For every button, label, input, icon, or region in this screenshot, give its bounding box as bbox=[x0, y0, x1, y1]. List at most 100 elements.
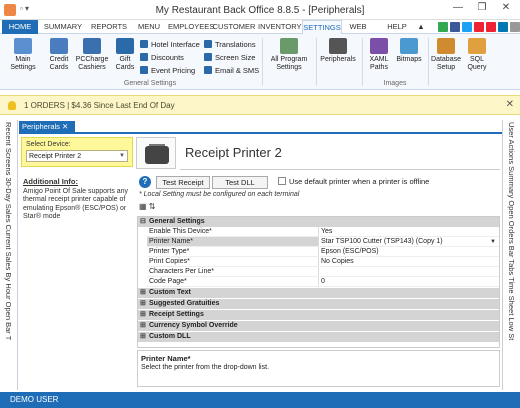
tab-employees[interactable]: EMPLOYEES bbox=[168, 20, 214, 34]
discounts-label: Discounts bbox=[151, 53, 184, 62]
tab-close-icon[interactable]: ✕ bbox=[62, 122, 68, 131]
category-custom-text[interactable]: ⊞ Custom Text bbox=[138, 288, 499, 298]
property-name: Print Copies* bbox=[147, 257, 319, 267]
property-value[interactable]: Epson (ESC/POS) bbox=[320, 247, 499, 257]
expand-icon[interactable]: ⊞ bbox=[140, 321, 146, 331]
property-row[interactable]: Characters Per Line* bbox=[138, 267, 499, 277]
property-row[interactable]: Enable This Device* Yes bbox=[138, 227, 499, 237]
social-icons bbox=[438, 22, 520, 32]
window-title: My Restaurant Back Office 8.8.5 - [Perip… bbox=[155, 5, 365, 16]
orders-alert: 1 ORDERS | $4.36 Since Last End Of Day ✕ bbox=[0, 95, 520, 115]
tab-summary[interactable]: SUMMARY bbox=[40, 20, 86, 34]
expand-icon[interactable]: ⊞ bbox=[140, 310, 146, 320]
alert-text[interactable]: 1 ORDERS | $4.36 Since Last End Of Day bbox=[24, 101, 175, 110]
tab-inventory[interactable]: INVENTORY bbox=[258, 20, 301, 34]
minimize-button[interactable]: — bbox=[450, 2, 466, 13]
gear-icon[interactable] bbox=[510, 22, 520, 32]
linkedin-icon[interactable] bbox=[498, 22, 508, 32]
property-value[interactable]: No Copies bbox=[320, 257, 499, 267]
database-setup-button[interactable]: Database Setup bbox=[430, 38, 462, 72]
status-bar: DEMO USER bbox=[0, 392, 520, 408]
collapse-ribbon-icon[interactable]: ▲ bbox=[416, 20, 426, 34]
tab-customer[interactable]: CUSTOMER bbox=[212, 20, 256, 34]
expand-icon[interactable]: ⊞ bbox=[140, 299, 146, 309]
categorized-icon[interactable]: ▦ bbox=[139, 202, 147, 211]
tab-home[interactable]: HOME bbox=[2, 20, 38, 34]
facebook-icon[interactable] bbox=[450, 22, 460, 32]
category-general-settings[interactable]: ⊟ General Settings bbox=[138, 217, 499, 227]
pccharge-icon bbox=[83, 38, 101, 54]
category-label: Suggested Gratuities bbox=[149, 300, 220, 307]
property-row[interactable]: Printer Name* Star TSP100 Cutter (TSP143)… bbox=[138, 237, 499, 247]
chevron-down-icon[interactable]: ▼ bbox=[490, 237, 496, 247]
expand-icon[interactable]: ⊞ bbox=[140, 288, 146, 298]
property-row[interactable]: Code Page* 0 bbox=[138, 277, 499, 287]
tab-reports[interactable]: REPORTS bbox=[88, 20, 130, 34]
property-value[interactable] bbox=[320, 267, 499, 277]
category-suggested-gratuities[interactable]: ⊞ Suggested Gratuities bbox=[138, 299, 499, 309]
image-icon bbox=[400, 38, 418, 54]
expand-icon[interactable]: ⊞ bbox=[140, 332, 146, 342]
twitter-icon[interactable] bbox=[462, 22, 472, 32]
property-value[interactable]: 0 bbox=[320, 277, 499, 287]
google-plus-icon[interactable] bbox=[486, 22, 496, 32]
restore-button[interactable]: ❐ bbox=[474, 2, 490, 13]
close-button[interactable]: ✕ bbox=[498, 2, 514, 13]
category-receipt-settings[interactable]: ⊞ Receipt Settings bbox=[138, 310, 499, 320]
pccharge-button[interactable]: PCCharge Cashiers bbox=[74, 38, 110, 72]
category-label: Currency Symbol Override bbox=[149, 322, 238, 329]
screen-size-button[interactable]: Screen Size bbox=[204, 53, 255, 63]
left-rail-tabs[interactable]: Recent Screens 30-Day Sales Current Sale… bbox=[1, 122, 15, 340]
tab-menu[interactable]: MENU bbox=[134, 20, 164, 34]
settings-icon bbox=[14, 38, 32, 54]
all-program-settings-button[interactable]: All Program Settings bbox=[266, 38, 312, 72]
bitmaps-button[interactable]: Bitmaps bbox=[394, 38, 424, 64]
property-grid: ⊟ General Settings Enable This Device* Yes… bbox=[137, 216, 500, 348]
discount-icon bbox=[140, 53, 148, 61]
ribbon-separator bbox=[428, 38, 429, 86]
youtube-icon[interactable] bbox=[474, 22, 484, 32]
property-value[interactable]: Yes bbox=[320, 227, 499, 237]
collapse-icon[interactable]: ⊟ bbox=[140, 217, 146, 227]
property-row[interactable]: Printer Type* Epson (ESC/POS) bbox=[138, 247, 499, 257]
sql-query-label: SQL Query bbox=[467, 56, 487, 71]
right-rail-tabs[interactable]: User Actions Summary Open Orders Bar Tab… bbox=[504, 122, 518, 340]
tab-help[interactable]: HELP bbox=[384, 20, 410, 34]
peripherals-label: Peripherals bbox=[320, 56, 356, 63]
sql-icon bbox=[468, 38, 486, 54]
device-dropdown[interactable]: Receipt Printer 2 ▼ bbox=[26, 150, 128, 162]
category-currency-symbol-override[interactable]: ⊞ Currency Symbol Override bbox=[138, 321, 499, 331]
peripherals-button[interactable]: Peripherals bbox=[318, 38, 358, 64]
email-icon bbox=[204, 66, 212, 74]
email-sms-button[interactable]: Email & SMS bbox=[204, 66, 259, 76]
sort-alpha-icon[interactable]: ⇅ bbox=[149, 202, 156, 211]
tab-web[interactable]: WEB bbox=[346, 20, 370, 34]
default-printer-checkbox[interactable] bbox=[278, 177, 286, 185]
tab-peripherals-label: Peripherals bbox=[22, 122, 60, 131]
test-dll-button[interactable]: Test DLL bbox=[212, 176, 268, 189]
event-pricing-button[interactable]: Event Pricing bbox=[140, 66, 195, 76]
xaml-paths-button[interactable]: XAML Paths bbox=[366, 38, 392, 72]
alert-close-icon[interactable]: ✕ bbox=[506, 99, 514, 110]
property-row[interactable]: Print Copies* No Copies bbox=[138, 257, 499, 267]
credit-cards-button[interactable]: Credit Cards bbox=[44, 38, 74, 72]
tab-settings[interactable]: SETTINGS bbox=[302, 20, 342, 34]
program-settings-icon bbox=[280, 38, 298, 54]
additional-info-title: Additional Info: bbox=[23, 177, 78, 186]
category-custom-dll[interactable]: ⊞ Custom DLL bbox=[138, 332, 499, 342]
translations-button[interactable]: Translations bbox=[204, 40, 256, 50]
test-receipt-button[interactable]: Test Receipt bbox=[156, 176, 210, 189]
property-name: Characters Per Line* bbox=[147, 267, 319, 277]
tab-peripherals[interactable]: Peripherals ✕ bbox=[19, 121, 75, 132]
discounts-button[interactable]: Discounts bbox=[140, 53, 184, 63]
gift-cards-button[interactable]: Gift Cards bbox=[112, 38, 138, 72]
chat-icon[interactable] bbox=[438, 22, 448, 32]
bitmaps-label: Bitmaps bbox=[396, 56, 422, 63]
translations-icon bbox=[204, 40, 212, 48]
sql-query-button[interactable]: SQL Query bbox=[464, 38, 490, 72]
help-icon[interactable]: ? bbox=[139, 176, 151, 188]
hotel-interface-button[interactable]: Hotel Interface bbox=[140, 40, 200, 50]
general-settings-group-label: General Settings bbox=[123, 80, 177, 87]
printer-name-dropdown[interactable]: Star TSP100 Cutter (TSP143) (Copy 1) bbox=[320, 237, 499, 247]
main-settings-button[interactable]: Main Settings bbox=[6, 38, 40, 72]
